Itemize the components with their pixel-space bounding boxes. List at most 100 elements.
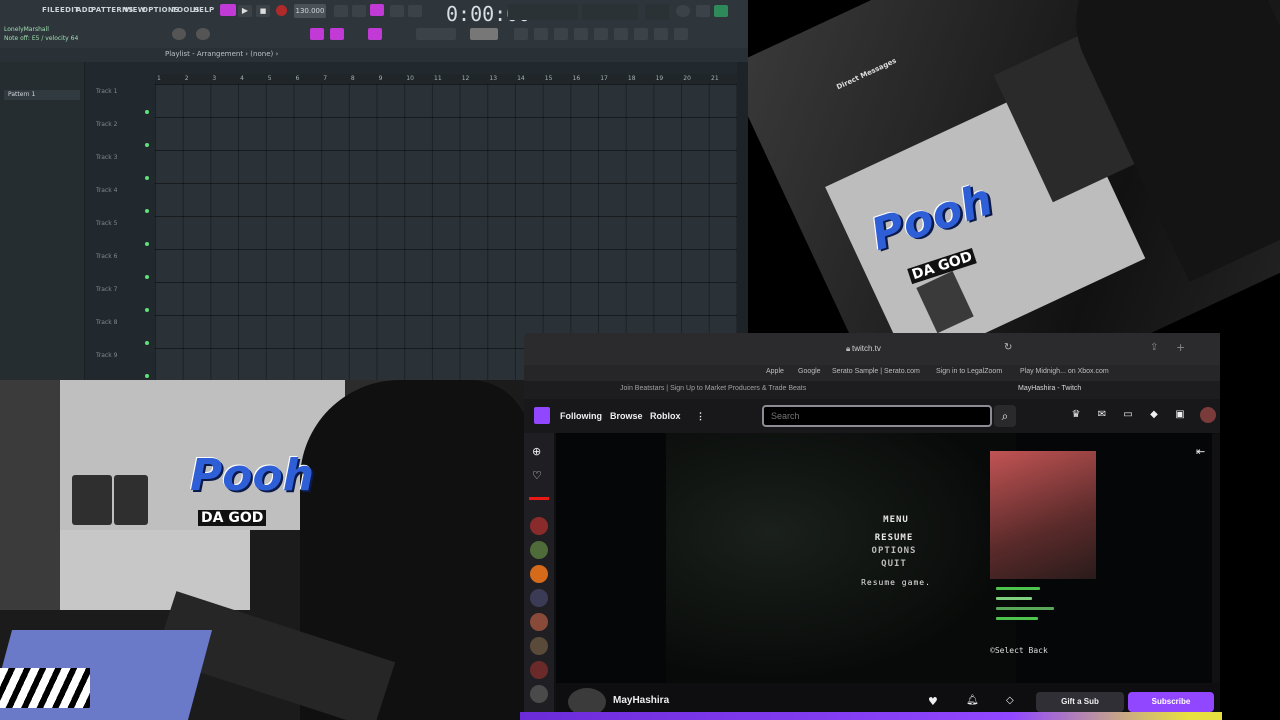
- online-icon[interactable]: [674, 28, 688, 40]
- tab-twitch[interactable]: MayHashira - Twitch: [1018, 385, 1081, 392]
- reload-icon[interactable]: ↻: [1004, 342, 1012, 353]
- video-player[interactable]: MENU RESUME OPTIONS QUIT Resume game. ©S…: [556, 433, 1212, 683]
- bookmark-serato[interactable]: Serato Sample | Serato.com: [832, 368, 920, 375]
- mixer-icon[interactable]: [574, 28, 588, 40]
- chat-line: [996, 587, 1040, 590]
- track-header[interactable]: Track 1: [96, 88, 117, 95]
- track-header[interactable]: Track 7: [96, 286, 117, 293]
- bits-icon[interactable]: ◇: [1006, 695, 1014, 706]
- project-info-icon[interactable]: [654, 28, 668, 40]
- game-menu-resume: RESUME: [874, 533, 914, 543]
- track-header[interactable]: Track 2: [96, 121, 117, 128]
- pattern-selector[interactable]: [416, 28, 456, 40]
- avatar[interactable]: [1200, 407, 1216, 423]
- track-header[interactable]: Track 9: [96, 352, 117, 359]
- inbox-icon[interactable]: ✉: [1096, 409, 1108, 421]
- channel-avatar[interactable]: [530, 661, 548, 679]
- url-bar[interactable]: twitch.tv: [852, 344, 881, 353]
- master-volume-knob[interactable]: [172, 28, 186, 40]
- chat-line: [996, 597, 1032, 600]
- tempo-tapper-icon[interactable]: [634, 28, 648, 40]
- channel-avatar[interactable]: [530, 589, 548, 607]
- track-header[interactable]: Track 4: [96, 187, 117, 194]
- twitch-logo-icon[interactable]: [534, 407, 550, 424]
- paint-mode-icon[interactable]: [368, 28, 382, 40]
- tempo-display[interactable]: 130.000: [294, 4, 326, 18]
- track-enable-led[interactable]: [145, 209, 149, 213]
- snap-icon[interactable]: [310, 28, 324, 40]
- nav-roblox[interactable]: Roblox: [650, 411, 681, 421]
- gift-sub-button[interactable]: Gift a Sub: [1036, 692, 1124, 712]
- browser-icon[interactable]: [594, 28, 608, 40]
- track-enable-led[interactable]: [145, 341, 149, 345]
- twitch-sidebar: ⊕ ♡: [524, 433, 554, 720]
- countdown-icon[interactable]: [370, 4, 384, 16]
- pattern-item[interactable]: Pattern 1: [4, 90, 80, 100]
- new-tab-icon[interactable]: +: [1176, 341, 1185, 354]
- share-icon[interactable]: ⇪: [1150, 342, 1158, 353]
- follow-heart-icon[interactable]: ♥: [928, 695, 938, 708]
- track-header[interactable]: Track 5: [96, 220, 117, 227]
- nav-following[interactable]: Following: [560, 411, 602, 421]
- plugin-picker-icon[interactable]: [614, 28, 628, 40]
- track-enable-led[interactable]: [145, 374, 149, 378]
- track-enable-led[interactable]: [145, 242, 149, 246]
- track-header[interactable]: Track 3: [96, 154, 117, 161]
- news-icon[interactable]: [696, 5, 710, 17]
- mic-icon[interactable]: [714, 5, 728, 17]
- track-enable-led[interactable]: [145, 308, 149, 312]
- timeline-ruler[interactable]: 1 2 3 4 5 6 7 8 9 10 11 12 13 14 15 16 17 18 19 20 21: [155, 74, 737, 84]
- recommended-icon[interactable]: ⊕: [532, 445, 541, 458]
- heart-icon[interactable]: ♡: [532, 469, 542, 482]
- ruler-bar-number: 11: [434, 75, 442, 82]
- refresh-icon[interactable]: [676, 5, 690, 17]
- channel-rack-icon[interactable]: [554, 28, 568, 40]
- metronome-icon[interactable]: [334, 5, 348, 17]
- channel-avatar[interactable]: [530, 685, 548, 703]
- track-enable-led[interactable]: [145, 143, 149, 147]
- track-header[interactable]: Track 8: [96, 319, 117, 326]
- streamer-name[interactable]: MayHashira: [613, 695, 669, 706]
- draw-mode-icon[interactable]: [330, 28, 344, 40]
- play-icon[interactable]: ▶: [238, 5, 252, 17]
- bits-icon[interactable]: ◆: [1148, 409, 1160, 421]
- bookmark-xbox[interactable]: Play Midnigh... on Xbox.com: [1020, 368, 1109, 375]
- track-header[interactable]: Track 6: [96, 253, 117, 260]
- bookmark-legalzoom[interactable]: Sign in to LegalZoom: [936, 368, 1002, 375]
- search-icon[interactable]: ⌕: [994, 405, 1016, 427]
- channel-avatar[interactable]: [530, 565, 548, 583]
- prime-icon[interactable]: ♛: [1070, 409, 1082, 421]
- playlist-icon[interactable]: [514, 28, 528, 40]
- track-enable-led[interactable]: [145, 176, 149, 180]
- channel-avatar[interactable]: [530, 517, 548, 535]
- bookmark-apple[interactable]: Apple: [766, 368, 784, 375]
- tab-beatstars[interactable]: Join Beatstars | Sign Up to Market Produ…: [620, 385, 806, 392]
- menu-file[interactable]: FILE: [42, 6, 60, 14]
- piano-roll-icon[interactable]: [534, 28, 548, 40]
- pattern-song-toggle[interactable]: [220, 4, 236, 16]
- step-edit-icon[interactable]: [390, 5, 404, 17]
- track-enable-led[interactable]: [145, 275, 149, 279]
- notification-bell-icon[interactable]: 🔔︎: [966, 695, 979, 706]
- pattern-color[interactable]: [470, 28, 498, 40]
- channel-avatar[interactable]: [530, 541, 548, 559]
- subscribe-button[interactable]: Subscribe: [1128, 692, 1214, 712]
- channel-avatar[interactable]: [530, 613, 548, 631]
- notifications-icon[interactable]: ▣: [1174, 409, 1186, 421]
- bookmark-google[interactable]: Google: [798, 368, 821, 375]
- record-icon[interactable]: [276, 5, 287, 16]
- wait-icon[interactable]: [352, 5, 366, 17]
- loop-record-icon[interactable]: [408, 5, 422, 17]
- collapse-icon[interactable]: ⇤: [1196, 445, 1205, 458]
- menu-help[interactable]: HELP: [193, 6, 214, 14]
- track-enable-led[interactable]: [145, 110, 149, 114]
- nav-browse[interactable]: Browse: [610, 411, 643, 421]
- memory-meter: [582, 4, 638, 20]
- ruler-bar-number: 12: [461, 75, 470, 82]
- channel-avatar[interactable]: [530, 637, 548, 655]
- more-icon[interactable]: ⋮: [696, 411, 705, 422]
- master-pitch-knob[interactable]: [196, 28, 210, 40]
- stop-icon[interactable]: ■: [256, 5, 270, 17]
- whispers-icon[interactable]: ▭: [1122, 409, 1134, 421]
- search-input[interactable]: [762, 405, 992, 427]
